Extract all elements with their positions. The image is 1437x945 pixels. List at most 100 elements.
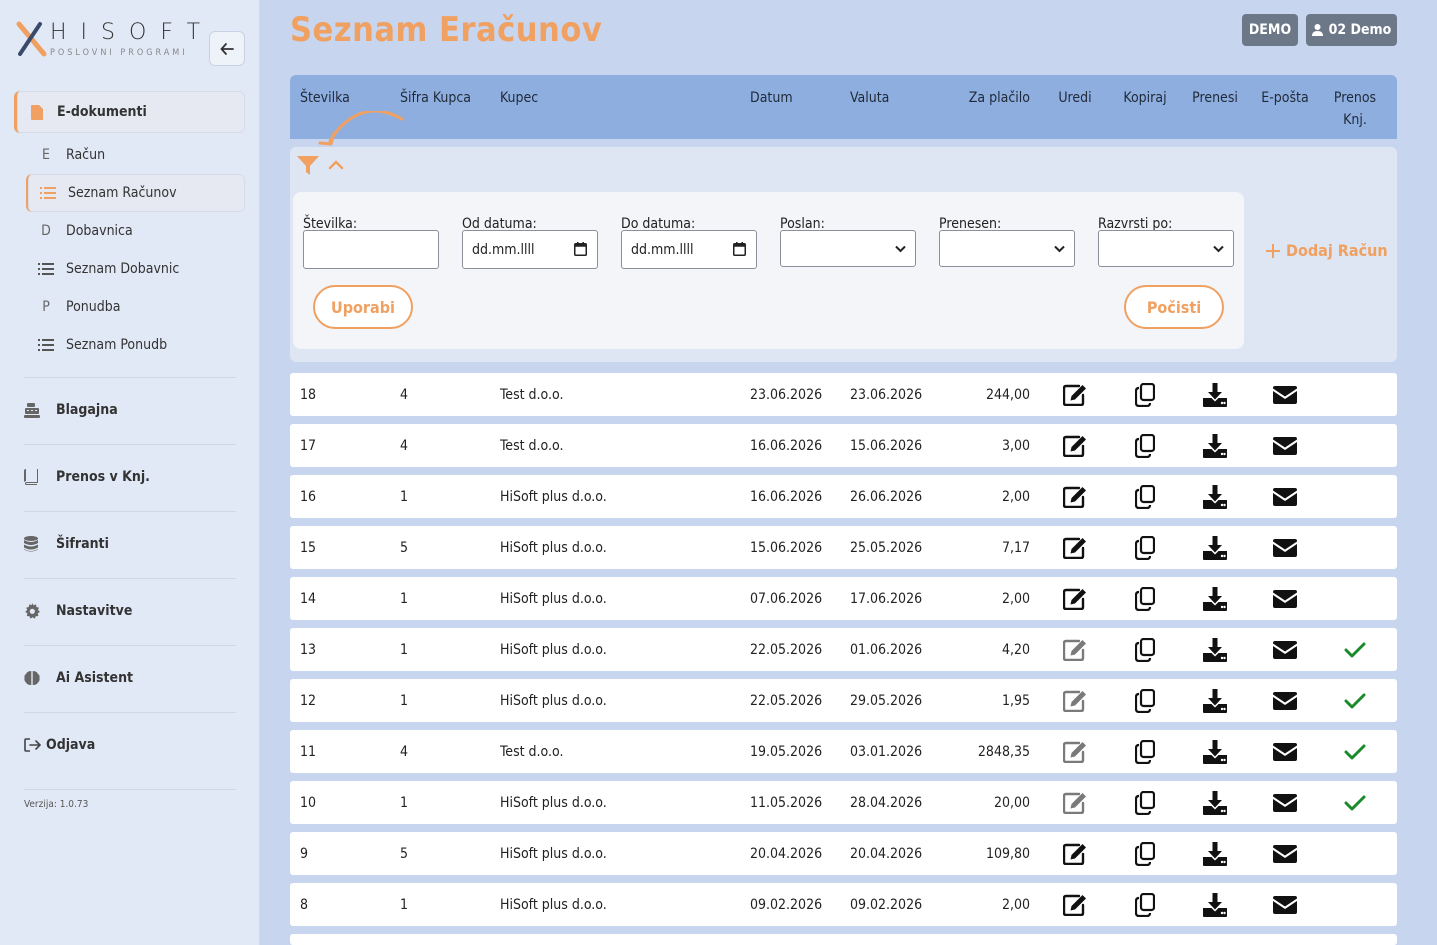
logo-tagline: POSLOVNI PROGRAMI bbox=[50, 48, 188, 58]
copy-icon[interactable] bbox=[1132, 892, 1158, 918]
email-icon[interactable] bbox=[1272, 841, 1298, 867]
table-row[interactable]: 16 1 HiSoft plus d.o.o. 16.06.2026 26.06… bbox=[290, 475, 1397, 518]
filter-stevilka-input[interactable] bbox=[303, 230, 439, 269]
cell-stevilka: 15 bbox=[300, 539, 317, 556]
cell-za-placilo: 2,00 bbox=[1001, 488, 1030, 505]
chevron-up-icon[interactable] bbox=[328, 160, 344, 170]
download-icon[interactable] bbox=[1202, 433, 1228, 459]
copy-icon[interactable] bbox=[1132, 790, 1158, 816]
edit-icon[interactable] bbox=[1062, 892, 1088, 918]
copy-icon[interactable] bbox=[1132, 535, 1158, 561]
email-icon[interactable] bbox=[1272, 586, 1298, 612]
email-icon[interactable] bbox=[1272, 535, 1298, 561]
logo[interactable]: HISOFT POSLOVNI PROGRAMI bbox=[16, 20, 201, 62]
col-za-placilo[interactable]: Za plačilo bbox=[930, 87, 1030, 109]
edit-icon[interactable] bbox=[1062, 484, 1088, 510]
table-row[interactable]: 9 5 HiSoft plus d.o.o. 20.04.2026 20.04.… bbox=[290, 832, 1397, 875]
download-icon[interactable] bbox=[1202, 484, 1228, 510]
edit-icon[interactable] bbox=[1062, 637, 1088, 663]
download-icon[interactable] bbox=[1202, 637, 1228, 663]
filter-od-datuma-input[interactable]: dd.mm.llll bbox=[462, 230, 598, 269]
cell-stevilka: 18 bbox=[300, 386, 317, 403]
email-icon[interactable] bbox=[1272, 433, 1298, 459]
sidebar-item-odjava[interactable]: Odjava bbox=[24, 730, 244, 760]
sidebar-item-prenos-knj[interactable]: Prenos v Knj. bbox=[24, 462, 244, 492]
calendar-icon[interactable] bbox=[574, 242, 587, 256]
edit-icon[interactable] bbox=[1062, 382, 1088, 408]
sidebar-item-seznam-ponudb[interactable]: Seznam Ponudb bbox=[26, 326, 245, 364]
table-row[interactable]: 15 5 HiSoft plus d.o.o. 15.06.2026 25.05… bbox=[290, 526, 1397, 569]
edit-icon[interactable] bbox=[1062, 739, 1088, 765]
download-icon[interactable] bbox=[1202, 790, 1228, 816]
email-icon[interactable] bbox=[1272, 739, 1298, 765]
filter-icon[interactable] bbox=[297, 156, 319, 176]
email-icon[interactable] bbox=[1272, 484, 1298, 510]
calendar-icon[interactable] bbox=[733, 242, 746, 256]
table-row[interactable]: 14 1 HiSoft plus d.o.o. 07.06.2026 17.06… bbox=[290, 577, 1397, 620]
add-invoice-button[interactable]: Dodaj Račun bbox=[1266, 241, 1388, 260]
copy-icon[interactable] bbox=[1132, 586, 1158, 612]
filter-razvrsti-select[interactable] bbox=[1098, 230, 1234, 267]
copy-icon[interactable] bbox=[1132, 637, 1158, 663]
edit-icon[interactable] bbox=[1062, 586, 1088, 612]
edit-icon[interactable] bbox=[1062, 688, 1088, 714]
cell-za-placilo: 1,95 bbox=[1001, 692, 1030, 709]
sidebar-item-sifranti[interactable]: Šifranti bbox=[24, 529, 244, 559]
table-row[interactable]: 18 4 Test d.o.o. 23.06.2026 23.06.2026 2… bbox=[290, 373, 1397, 416]
sidebar-section-edokumenti[interactable]: E-dokumenti bbox=[14, 91, 245, 133]
copy-icon[interactable] bbox=[1132, 739, 1158, 765]
user-menu-button[interactable]: 02 Demo bbox=[1306, 14, 1397, 46]
col-sifra-kupca[interactable]: Šifra Kupca bbox=[400, 87, 471, 109]
copy-icon[interactable] bbox=[1132, 433, 1158, 459]
copy-icon[interactable] bbox=[1132, 382, 1158, 408]
download-icon[interactable] bbox=[1202, 841, 1228, 867]
table-row[interactable]: 10 1 HiSoft plus d.o.o. 11.05.2026 28.04… bbox=[290, 781, 1397, 824]
sidebar-item-ai-asistent[interactable]: Ai Asistent bbox=[24, 663, 244, 693]
filter-poslan-select[interactable] bbox=[780, 230, 916, 267]
sidebar-item-dobavnica[interactable]: D Dobavnica bbox=[26, 212, 245, 250]
filter-do-datuma-input[interactable]: dd.mm.llll bbox=[621, 230, 757, 269]
email-icon[interactable] bbox=[1272, 688, 1298, 714]
download-icon[interactable] bbox=[1202, 892, 1228, 918]
copy-icon[interactable] bbox=[1132, 841, 1158, 867]
table-row[interactable]: 13 1 HiSoft plus d.o.o. 22.05.2026 01.06… bbox=[290, 628, 1397, 671]
sidebar-item-blagajna[interactable]: Blagajna bbox=[24, 395, 244, 425]
download-icon[interactable] bbox=[1202, 382, 1228, 408]
sidebar-item-seznam-dobavnic[interactable]: Seznam Dobavnic bbox=[26, 250, 245, 288]
edit-icon[interactable] bbox=[1062, 790, 1088, 816]
email-icon[interactable] bbox=[1272, 790, 1298, 816]
table-row[interactable]: 8 1 HiSoft plus d.o.o. 09.02.2026 09.02.… bbox=[290, 883, 1397, 926]
table-row[interactable]: 17 4 Test d.o.o. 16.06.2026 15.06.2026 3… bbox=[290, 424, 1397, 467]
download-icon[interactable] bbox=[1202, 535, 1228, 561]
date-placeholder: dd.mm.llll bbox=[631, 241, 694, 258]
table-row[interactable]: 11 4 Test d.o.o. 19.05.2026 03.01.2026 2… bbox=[290, 730, 1397, 773]
col-kupec[interactable]: Kupec bbox=[500, 87, 538, 109]
clear-filter-button[interactable]: Počisti bbox=[1124, 285, 1224, 329]
cell-kupec: HiSoft plus d.o.o. bbox=[500, 641, 607, 658]
edit-icon[interactable] bbox=[1062, 841, 1088, 867]
download-icon[interactable] bbox=[1202, 688, 1228, 714]
email-icon[interactable] bbox=[1272, 637, 1298, 663]
edit-icon[interactable] bbox=[1062, 433, 1088, 459]
col-valuta[interactable]: Valuta bbox=[850, 87, 889, 109]
table-row[interactable]: 12 1 HiSoft plus d.o.o. 22.05.2026 29.05… bbox=[290, 679, 1397, 722]
date-placeholder: dd.mm.llll bbox=[472, 241, 535, 258]
cell-valuta: 29.05.2026 bbox=[850, 692, 923, 709]
edit-icon[interactable] bbox=[1062, 535, 1088, 561]
sidebar-item-seznam-racunov[interactable]: Seznam Računov bbox=[26, 174, 245, 212]
copy-icon[interactable] bbox=[1132, 688, 1158, 714]
col-stevilka[interactable]: Številka bbox=[300, 87, 350, 109]
arrow-left-icon bbox=[220, 42, 234, 55]
sidebar-item-racun[interactable]: E Račun bbox=[26, 136, 245, 174]
copy-icon[interactable] bbox=[1132, 484, 1158, 510]
apply-filter-button[interactable]: Uporabi bbox=[313, 285, 413, 329]
email-icon[interactable] bbox=[1272, 892, 1298, 918]
download-icon[interactable] bbox=[1202, 739, 1228, 765]
filter-prenesen-select[interactable] bbox=[939, 230, 1075, 267]
email-icon[interactable] bbox=[1272, 382, 1298, 408]
download-icon[interactable] bbox=[1202, 586, 1228, 612]
collapse-sidebar-button[interactable] bbox=[209, 31, 245, 66]
sidebar-item-nastavitve[interactable]: Nastavitve bbox=[24, 596, 244, 626]
sidebar-item-ponudba[interactable]: P Ponudba bbox=[26, 288, 245, 326]
col-datum[interactable]: Datum bbox=[750, 87, 793, 109]
